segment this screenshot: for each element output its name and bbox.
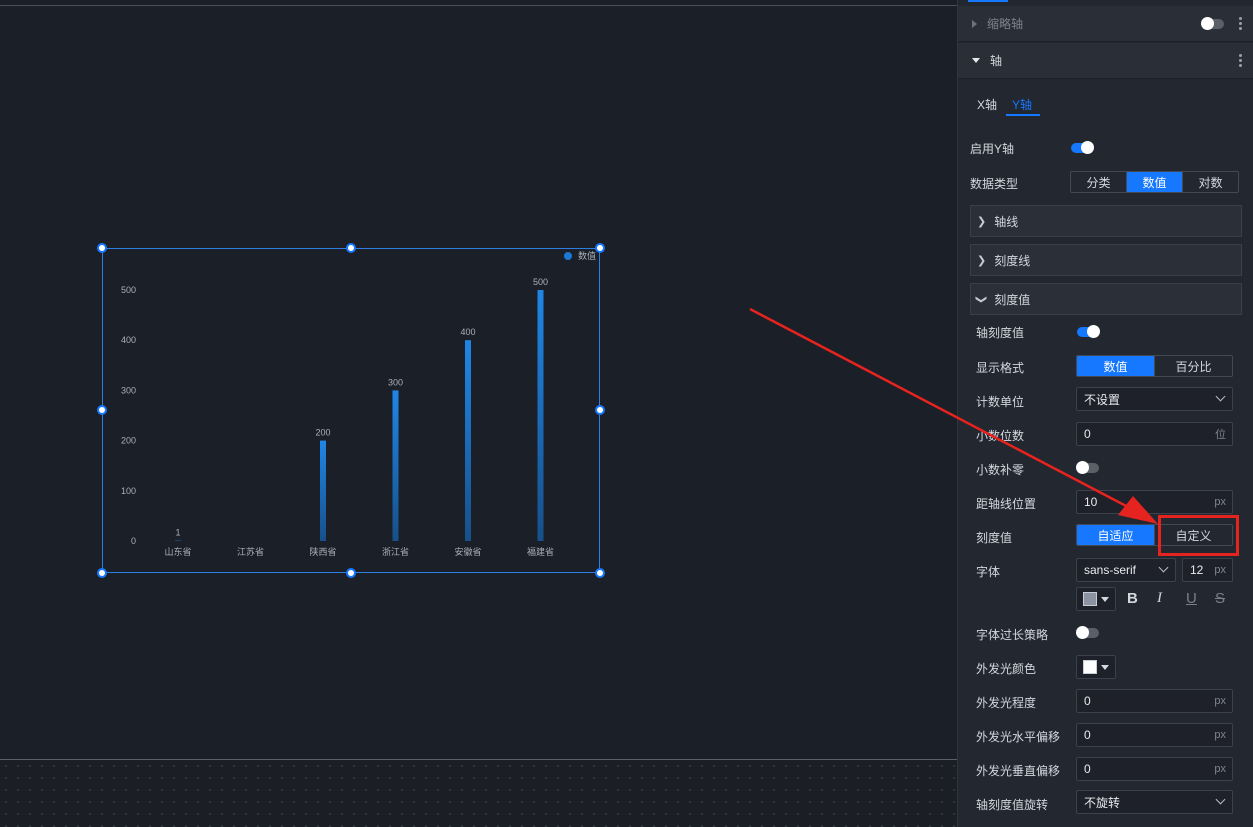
annotation-highlight-box <box>1158 515 1239 556</box>
annotation-overlay <box>749 307 1158 524</box>
annotation-arrow-line <box>749 307 1129 509</box>
annotation-arrow-head <box>1118 496 1158 524</box>
